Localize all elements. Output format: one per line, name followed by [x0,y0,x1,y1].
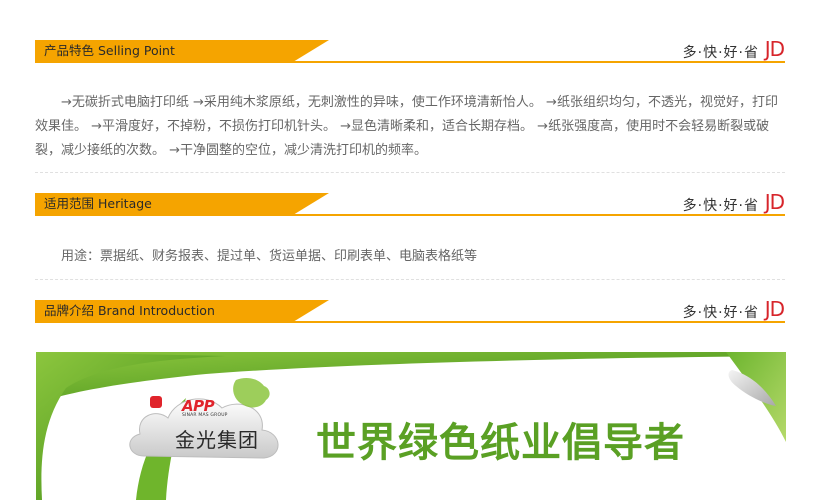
header-rule [35,61,785,63]
selling-point-text: →无碳折式电脑打印纸 →采用纯木浆原纸，无刺激性的异味，使工作环境清新怡人。 →… [35,95,778,158]
header-rule [35,321,785,323]
header-tab-tail [293,193,329,215]
section-title: 品牌介绍 Brand Introduction [35,300,293,322]
header-rule [35,214,785,216]
usage-text: 用途：票据纸、财务报表、提过单、货运单据、印刷表单、电脑表格纸等 [35,249,478,264]
jd-slogan: 多·快·好·省 [682,198,759,214]
section-title: 适用范围 Heritage [35,193,293,215]
section-divider [35,172,785,173]
brand-banner: APP SINAR MAS GROUP 金光集团 世界绿色纸业倡导者 [36,352,786,500]
section-header-selling-point: 产品特色 Selling Point 多·快·好·省 JD [35,37,785,64]
jd-logo: JD [764,190,785,214]
jd-logo: JD [764,297,785,321]
jd-slogan: 多·快·好·省 [682,45,759,61]
section-title: 产品特色 Selling Point [35,40,293,62]
app-brand-name: 金光集团 [175,428,259,452]
header-tab-tail [293,40,329,62]
section-header-heritage: 适用范围 Heritage 多·快·好·省 JD [35,190,785,217]
header-tab-tail [293,300,329,322]
banner-slogan: 世界绿色纸业倡导者 [316,420,685,466]
jd-logo: JD [764,37,785,61]
section-divider [35,279,785,280]
app-sub-text: SINAR MAS GROUP [182,413,228,418]
section-header-brand-introduction: 品牌介绍 Brand Introduction 多·快·好·省 JD [35,297,785,324]
jd-slogan: 多·快·好·省 [682,305,759,321]
